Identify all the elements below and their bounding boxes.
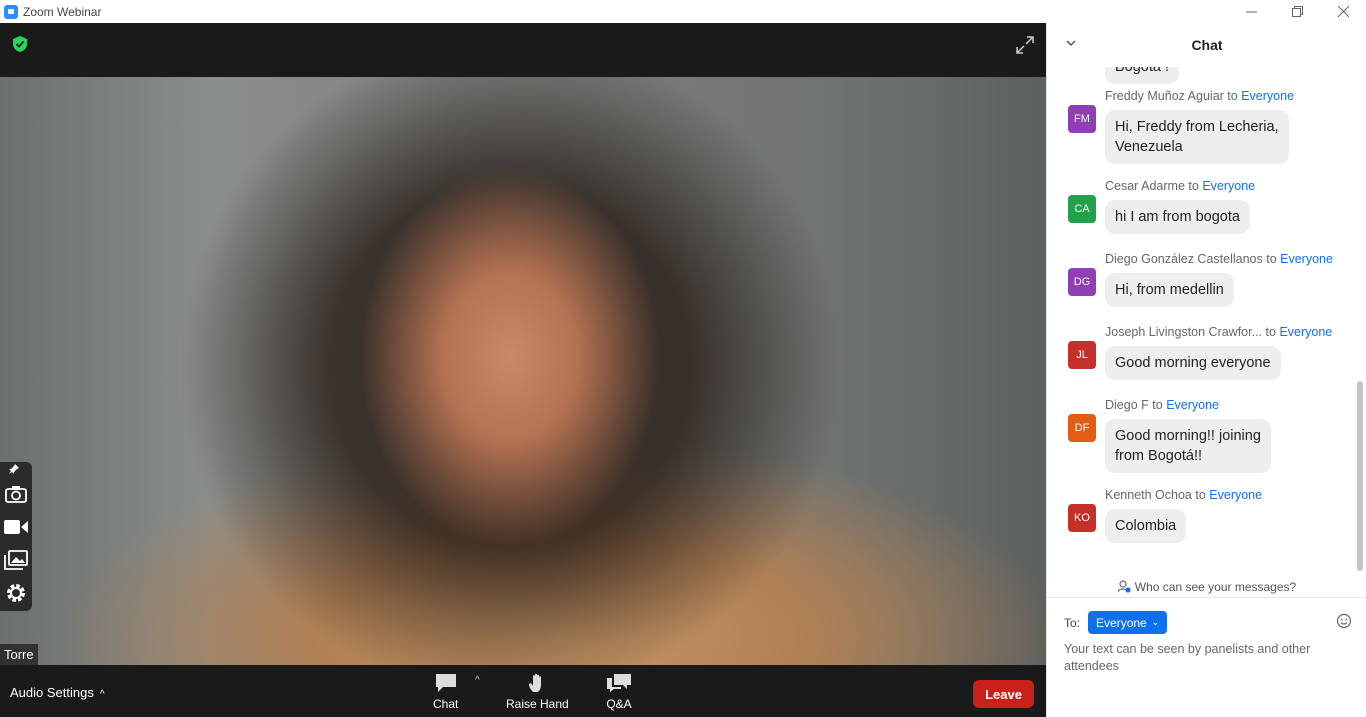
chevron-down-icon: ⌄ xyxy=(1151,617,1160,627)
message-meta: Joseph Livingston Crawfor... to Everyone xyxy=(1105,325,1332,339)
chat-input[interactable]: Your text can be seen by panelists and o… xyxy=(1064,641,1354,675)
avatar[interactable]: FM xyxy=(1068,105,1096,133)
title-bar: Zoom Webinar xyxy=(0,0,1366,23)
message-sender: Freddy Muñoz Aguiar xyxy=(1105,89,1224,103)
message-to-word: to xyxy=(1188,179,1199,193)
message-bubble: Good morning!! joining from Bogotá!! xyxy=(1105,419,1271,473)
avatar[interactable]: DF xyxy=(1068,414,1096,442)
video-area: Torre xyxy=(0,23,1046,665)
settings-gear-icon[interactable] xyxy=(4,581,28,605)
message-meta: Cesar Adarme to Everyone xyxy=(1105,179,1255,193)
chat-header: Chat xyxy=(1047,23,1366,67)
message-recipient[interactable]: Everyone xyxy=(1202,179,1255,193)
meeting-toolbar: Audio Settings ^ Chat ^ Raise Hand Q&A Le… xyxy=(0,665,1046,717)
caret-up-icon: ^ xyxy=(99,689,105,700)
avatar[interactable]: KO xyxy=(1068,504,1096,532)
chat-message-list[interactable]: Bogota ! FM Freddy Muñoz Aguiar to Everyo… xyxy=(1047,67,1366,572)
audio-settings-label: Audio Settings xyxy=(10,685,94,700)
minimize-button[interactable] xyxy=(1228,0,1274,23)
qa-label: Q&A xyxy=(606,697,632,711)
message-sender: Diego González Castellanos xyxy=(1105,252,1263,266)
message-text-line: Good morning everyone xyxy=(1115,355,1271,371)
pin-icon[interactable] xyxy=(2,462,26,476)
message-recipient[interactable]: Everyone xyxy=(1241,89,1294,103)
chat-button-label: Chat xyxy=(433,697,459,711)
raise-hand-button[interactable]: Raise Hand xyxy=(506,673,569,711)
recipient-dropdown[interactable]: Everyone ⌄ xyxy=(1088,611,1168,634)
close-icon xyxy=(1337,6,1349,17)
side-toolbar xyxy=(0,462,32,611)
message-bubble: hi I am from bogota xyxy=(1105,200,1250,234)
camera-snapshot-icon[interactable] xyxy=(4,482,28,506)
minimize-icon xyxy=(1245,11,1257,13)
avatar[interactable]: DG xyxy=(1068,268,1096,296)
message-meta: Diego González Castellanos to Everyone xyxy=(1105,252,1333,266)
message-to-word: to xyxy=(1195,488,1206,502)
message-text-line: Colombia xyxy=(1115,518,1177,534)
message-sender: Joseph Livingston Crawfor... xyxy=(1105,325,1263,339)
message-sender: Kenneth Ochoa xyxy=(1105,488,1192,502)
message-bubble: Colombia xyxy=(1105,509,1187,543)
zoom-logo-icon xyxy=(4,4,18,19)
message-text-line: from Bogotá!! xyxy=(1115,448,1203,464)
gallery-icon[interactable] xyxy=(4,548,28,572)
message-text-line: Hi, from medellin xyxy=(1115,282,1224,298)
message-meta: Freddy Muñoz Aguiar to Everyone xyxy=(1105,89,1294,103)
message-to-word: to xyxy=(1266,252,1277,266)
leave-button[interactable]: Leave xyxy=(973,680,1034,708)
video-top-bar xyxy=(0,23,1046,77)
who-can-see-link[interactable]: Who can see your messages? xyxy=(1047,576,1366,598)
chevron-down-icon[interactable] xyxy=(1065,37,1077,49)
message-bubble: Good morning everyone xyxy=(1105,346,1281,380)
message-to-word: to xyxy=(1227,89,1238,103)
chat-panel: Chat Bogota ! FM Freddy Muñoz Aguiar to E… xyxy=(1046,23,1366,717)
window-controls xyxy=(1228,0,1366,23)
qa-bubbles-icon xyxy=(607,674,631,692)
window-title: Zoom Webinar xyxy=(23,4,102,19)
message-recipient[interactable]: Everyone xyxy=(1209,488,1262,502)
participant-name-tag: Torre xyxy=(0,644,38,665)
message-meta: Kenneth Ochoa to Everyone xyxy=(1105,488,1262,502)
message-meta: Diego F to Everyone xyxy=(1105,398,1219,412)
message-text: Bogota ! xyxy=(1105,67,1180,84)
message-recipient[interactable]: Everyone xyxy=(1280,252,1333,266)
recipient-value: Everyone xyxy=(1096,615,1147,630)
video-camera-icon[interactable] xyxy=(4,515,28,539)
message-sender: Diego F xyxy=(1105,398,1149,412)
message-to-word: to xyxy=(1152,398,1163,412)
to-label: To: xyxy=(1064,615,1081,630)
avatar[interactable]: JL xyxy=(1068,341,1096,369)
qa-button[interactable]: Q&A xyxy=(606,673,632,711)
hand-icon xyxy=(529,673,542,692)
chat-options-caret-icon[interactable]: ^ xyxy=(475,675,480,686)
person-info-icon xyxy=(1117,580,1131,593)
fullscreen-icon[interactable] xyxy=(1016,36,1034,54)
message-to-word: to xyxy=(1265,325,1276,339)
audio-settings-button[interactable]: Audio Settings ^ xyxy=(10,685,105,700)
chat-bubble-icon xyxy=(435,674,456,692)
avatar[interactable]: CA xyxy=(1068,195,1096,223)
restore-button[interactable] xyxy=(1274,0,1320,23)
message-text-line: hi I am from bogota xyxy=(1115,209,1240,225)
message-recipient[interactable]: Everyone xyxy=(1279,325,1332,339)
who-can-see-label: Who can see your messages? xyxy=(1134,579,1297,594)
message-text-line: Venezuela xyxy=(1115,139,1183,155)
message-bubble: Hi, Freddy from Lecheria, Venezuela xyxy=(1105,110,1289,164)
message-recipient[interactable]: Everyone xyxy=(1166,398,1219,412)
message-text-line: Good morning!! joining xyxy=(1115,428,1261,444)
participant-video[interactable]: Torre xyxy=(0,77,1046,665)
raise-hand-label: Raise Hand xyxy=(506,697,569,711)
message-sender: Cesar Adarme xyxy=(1105,179,1185,193)
message-text-line: Hi, Freddy from Lecheria, xyxy=(1115,119,1279,135)
close-button[interactable] xyxy=(1320,0,1366,23)
restore-icon xyxy=(1291,6,1303,17)
chat-scrollbar[interactable] xyxy=(1357,381,1363,571)
chat-button[interactable]: Chat xyxy=(433,673,458,711)
chat-title: Chat xyxy=(1191,37,1223,53)
recipient-row: To: Everyone ⌄ xyxy=(1064,611,1168,634)
emoji-icon[interactable] xyxy=(1336,613,1352,629)
message-bubble: Hi, from medellin xyxy=(1105,273,1234,307)
security-shield-icon[interactable] xyxy=(11,35,29,53)
